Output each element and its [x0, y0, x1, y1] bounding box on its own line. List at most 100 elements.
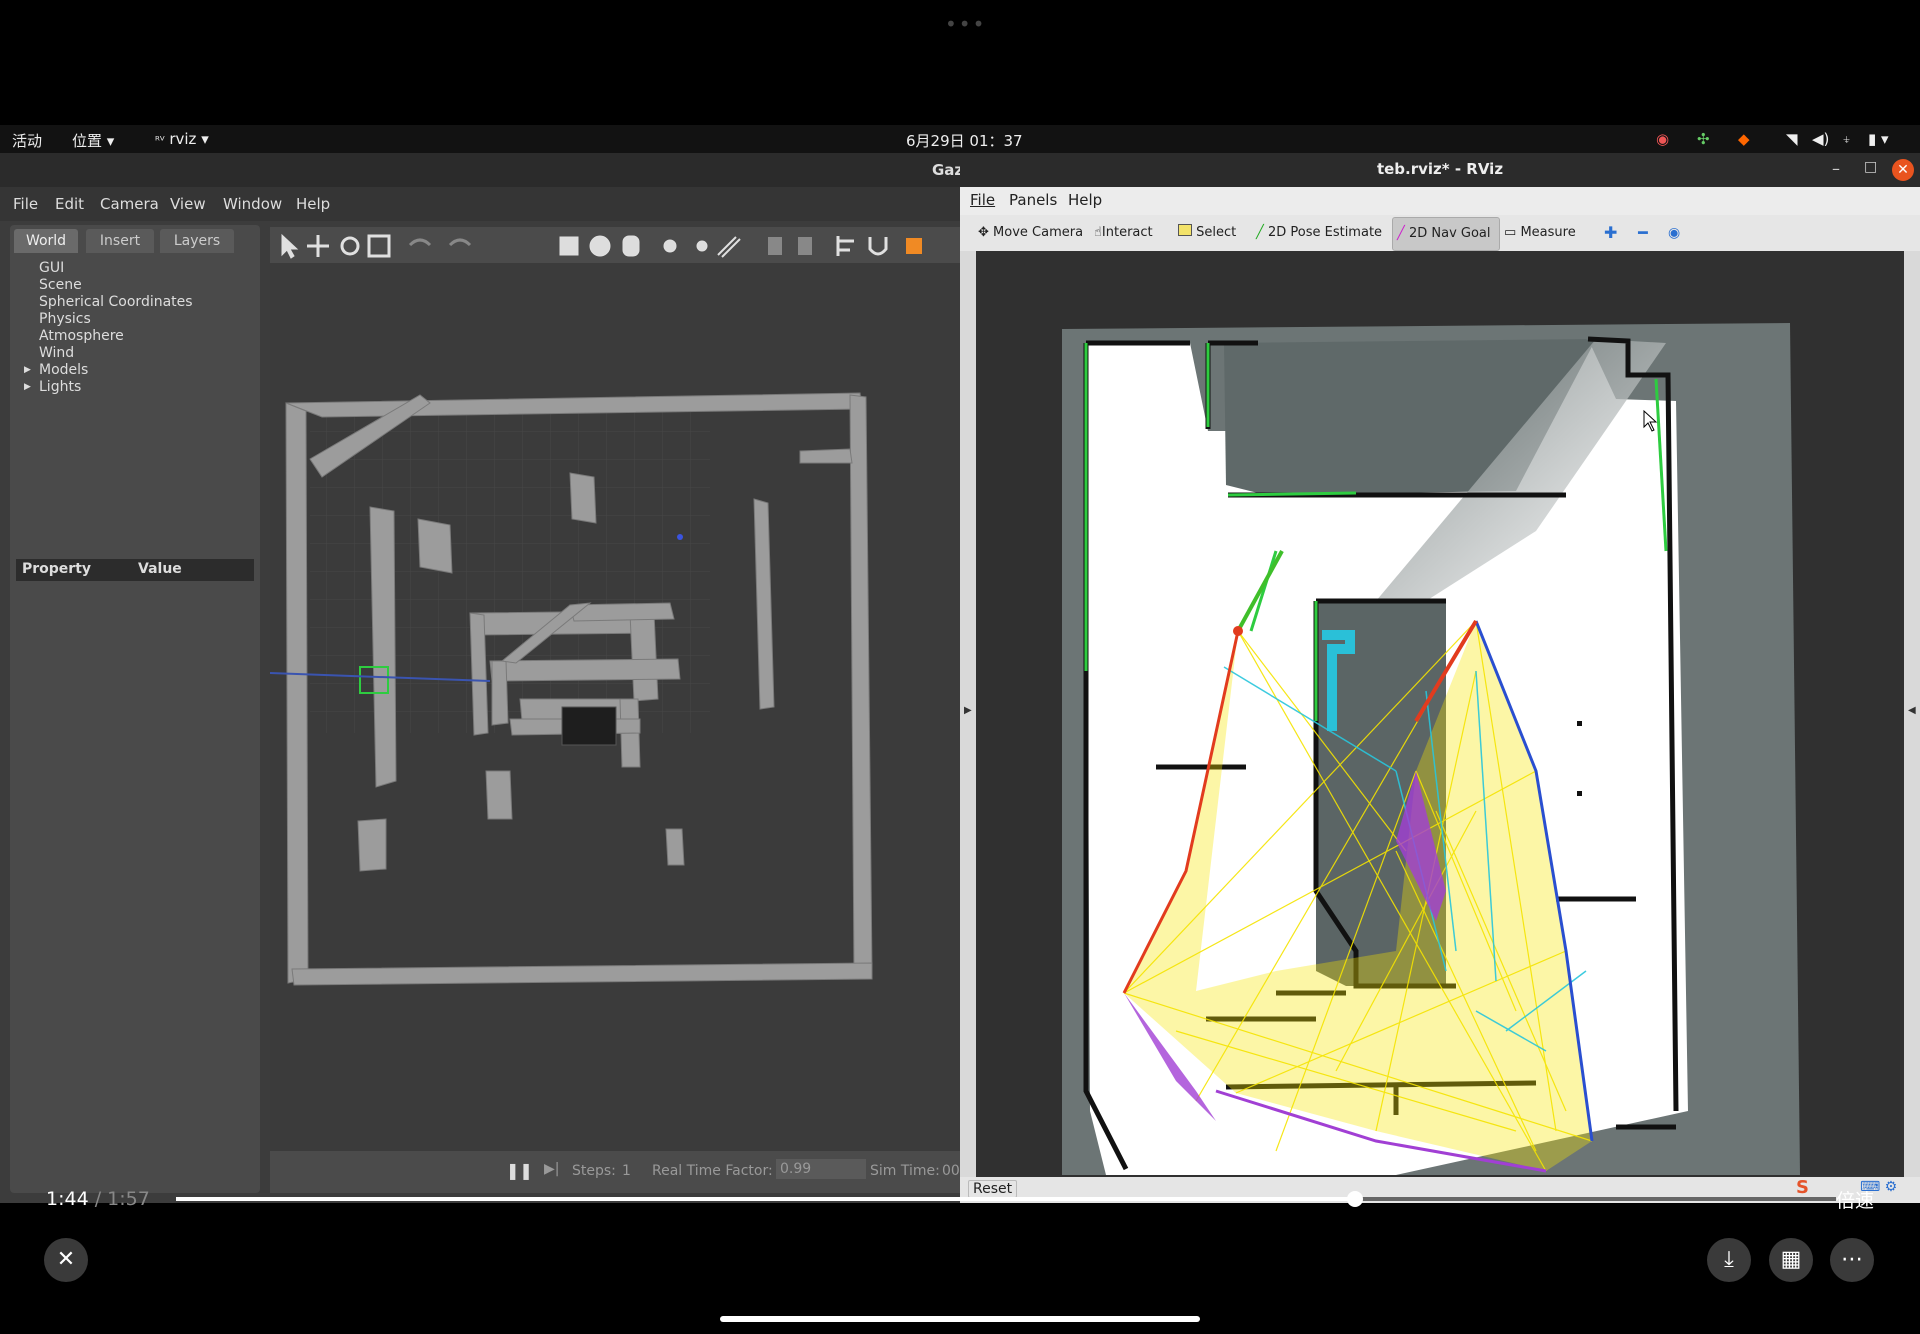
- sim-time-value: 00: [942, 1163, 960, 1179]
- sogou-ime-icon[interactable]: S: [1796, 1177, 1809, 1198]
- expand-arrow-icon[interactable]: ▶: [24, 382, 31, 392]
- gazebo-menu-camera[interactable]: Camera: [100, 195, 159, 213]
- gazebo-menu-edit[interactable]: Edit: [55, 195, 84, 213]
- tree-item-physics[interactable]: Physics: [39, 311, 91, 327]
- pose-estimate-tool[interactable]: ╱ 2D Pose Estimate: [1252, 220, 1386, 246]
- current-time: 1:44: [46, 1188, 89, 1210]
- gazebo-bottom-bar: ❚❚ ▶| Steps: 1 Real Time Factor: 0.99 Si…: [270, 1151, 960, 1193]
- gazebo-menu-file[interactable]: File: [13, 195, 38, 213]
- sun-light-icon[interactable]: [663, 239, 677, 253]
- sphere-shape-icon[interactable]: [589, 235, 611, 257]
- reset-button[interactable]: Reset: [968, 1180, 1018, 1198]
- rotate-tool-icon[interactable]: [340, 236, 360, 256]
- clock[interactable]: 6月29日 01：37: [906, 130, 1023, 151]
- box-shape-icon[interactable]: [559, 236, 579, 256]
- paste-icon[interactable]: [798, 237, 812, 255]
- scale-tool-icon[interactable]: [367, 234, 391, 258]
- tree-item-scene[interactable]: Scene: [39, 277, 82, 293]
- tray-input-icon[interactable]: ◆: [1738, 130, 1750, 148]
- places-label: 位置: [72, 132, 103, 150]
- gazebo-left-panel: World Insert Layers GUI Scene Spherical …: [10, 225, 260, 1193]
- snap-icon[interactable]: [868, 237, 888, 256]
- tree-item-spherical-coordinates[interactable]: Spherical Coordinates: [39, 294, 193, 310]
- select-label: Select: [1196, 225, 1237, 240]
- activities-button[interactable]: 活动: [12, 130, 42, 151]
- close-icon[interactable]: ✕: [1892, 159, 1914, 181]
- cylinder-shape-icon[interactable]: [622, 235, 640, 257]
- places-menu[interactable]: 位置 ▾: [72, 130, 114, 151]
- gazebo-menu-view[interactable]: View: [170, 195, 206, 213]
- interact-label: Interact: [1101, 225, 1153, 240]
- translate-tool-icon[interactable]: [307, 235, 329, 257]
- tab-layers[interactable]: Layers: [160, 229, 234, 253]
- steps-value[interactable]: 1: [622, 1163, 631, 1179]
- nav-goal-tool[interactable]: ╱ 2D Nav Goal: [1392, 217, 1500, 251]
- rtf-value: 0.99: [776, 1159, 866, 1179]
- robot-model[interactable]: [561, 706, 617, 746]
- minimize-icon[interactable]: –: [1832, 159, 1840, 178]
- tab-world[interactable]: World: [14, 229, 78, 253]
- gazebo-toolbar: [270, 227, 960, 263]
- time-separator: /: [94, 1188, 102, 1210]
- sim-time-label: Sim Time:: [870, 1163, 940, 1179]
- right-panel-toggle-icon[interactable]: ◀: [1908, 705, 1916, 716]
- app-menu[interactable]: ᴿⱽ rviz ▾: [155, 130, 209, 148]
- tree-item-lights[interactable]: Lights: [39, 379, 81, 395]
- download-button[interactable]: ⤓: [1707, 1238, 1751, 1282]
- grid-button[interactable]: ▦: [1769, 1238, 1813, 1282]
- select-tool-icon[interactable]: [281, 233, 299, 259]
- more-button[interactable]: ⋯: [1830, 1238, 1874, 1282]
- expand-arrow-icon[interactable]: ▶: [24, 365, 31, 375]
- move-camera-label: Move Camera: [993, 225, 1084, 240]
- step-icon[interactable]: ▶|: [544, 1161, 559, 1177]
- rtf-label: Real Time Factor:: [652, 1163, 773, 1179]
- tree-item-models[interactable]: Models: [39, 362, 88, 378]
- tray-app-icon[interactable]: ◉: [1656, 130, 1669, 148]
- video-progress-fill: [176, 1197, 1355, 1201]
- close-video-button[interactable]: ✕: [44, 1238, 88, 1282]
- rviz-menu-help[interactable]: Help: [1068, 191, 1102, 209]
- point-light-icon[interactable]: [696, 240, 708, 252]
- eye-icon[interactable]: ◉: [1664, 220, 1684, 246]
- add-tool-icon[interactable]: ✚: [1600, 220, 1621, 246]
- volume-icon[interactable]: ◀): [1812, 130, 1829, 148]
- gazebo-menubar: File Edit Camera View Window Help: [0, 187, 960, 221]
- left-panel-toggle-icon[interactable]: ▶: [964, 705, 972, 716]
- video-progress-bar[interactable]: [176, 1191, 1836, 1207]
- rviz-titlebar: teb.rviz* - RViz – □ ✕: [960, 153, 1920, 187]
- wifi-icon[interactable]: ◥: [1786, 130, 1798, 148]
- maximize-icon[interactable]: □: [1864, 159, 1877, 175]
- gazebo-3d-viewport[interactable]: [269, 263, 960, 1151]
- rviz-map-render: [1062, 323, 1800, 1175]
- video-progress-thumb[interactable]: [1346, 1191, 1363, 1207]
- interact-tool[interactable]: ☝Interact: [1090, 220, 1157, 246]
- gazebo-menu-window[interactable]: Window: [223, 195, 282, 213]
- rviz-toolbar: ✥ Move Camera ☝Interact Select ╱ 2D Pose…: [960, 215, 1920, 251]
- tab-insert[interactable]: Insert: [86, 229, 154, 253]
- rviz-3d-view[interactable]: [976, 251, 1904, 1177]
- select-tool[interactable]: Select: [1174, 220, 1240, 246]
- align-icon[interactable]: [836, 236, 854, 256]
- pose-estimate-label: 2D Pose Estimate: [1267, 225, 1383, 240]
- microphone-icon[interactable]: ⍖: [1842, 130, 1851, 148]
- playback-speed-button[interactable]: 倍速: [1836, 1186, 1874, 1213]
- rviz-menu-panels[interactable]: Panels: [1009, 191, 1057, 209]
- redo-icon[interactable]: [448, 238, 472, 247]
- tree-item-atmosphere[interactable]: Atmosphere: [39, 328, 124, 344]
- copy-icon[interactable]: [768, 237, 782, 255]
- spot-light-icon[interactable]: [717, 236, 741, 258]
- change-view-icon[interactable]: [906, 238, 922, 254]
- undo-icon[interactable]: [408, 238, 432, 247]
- rviz-menu-file[interactable]: File: [970, 191, 995, 209]
- remove-tool-icon[interactable]: ━: [1634, 220, 1652, 246]
- pause-icon[interactable]: ❚❚: [506, 1161, 533, 1180]
- home-indicator: [720, 1316, 1200, 1322]
- tree-item-wind[interactable]: Wind: [39, 345, 74, 361]
- battery-icon[interactable]: ▮ ▾: [1868, 130, 1889, 148]
- move-camera-tool[interactable]: ✥ Move Camera: [974, 220, 1087, 246]
- tree-item-gui[interactable]: GUI: [39, 260, 64, 276]
- gazebo-menu-help[interactable]: Help: [296, 195, 330, 213]
- tray-network-app-icon[interactable]: ✣: [1697, 130, 1710, 148]
- select-rect-icon: [1178, 224, 1192, 236]
- measure-tool[interactable]: ▭ Measure: [1500, 220, 1580, 246]
